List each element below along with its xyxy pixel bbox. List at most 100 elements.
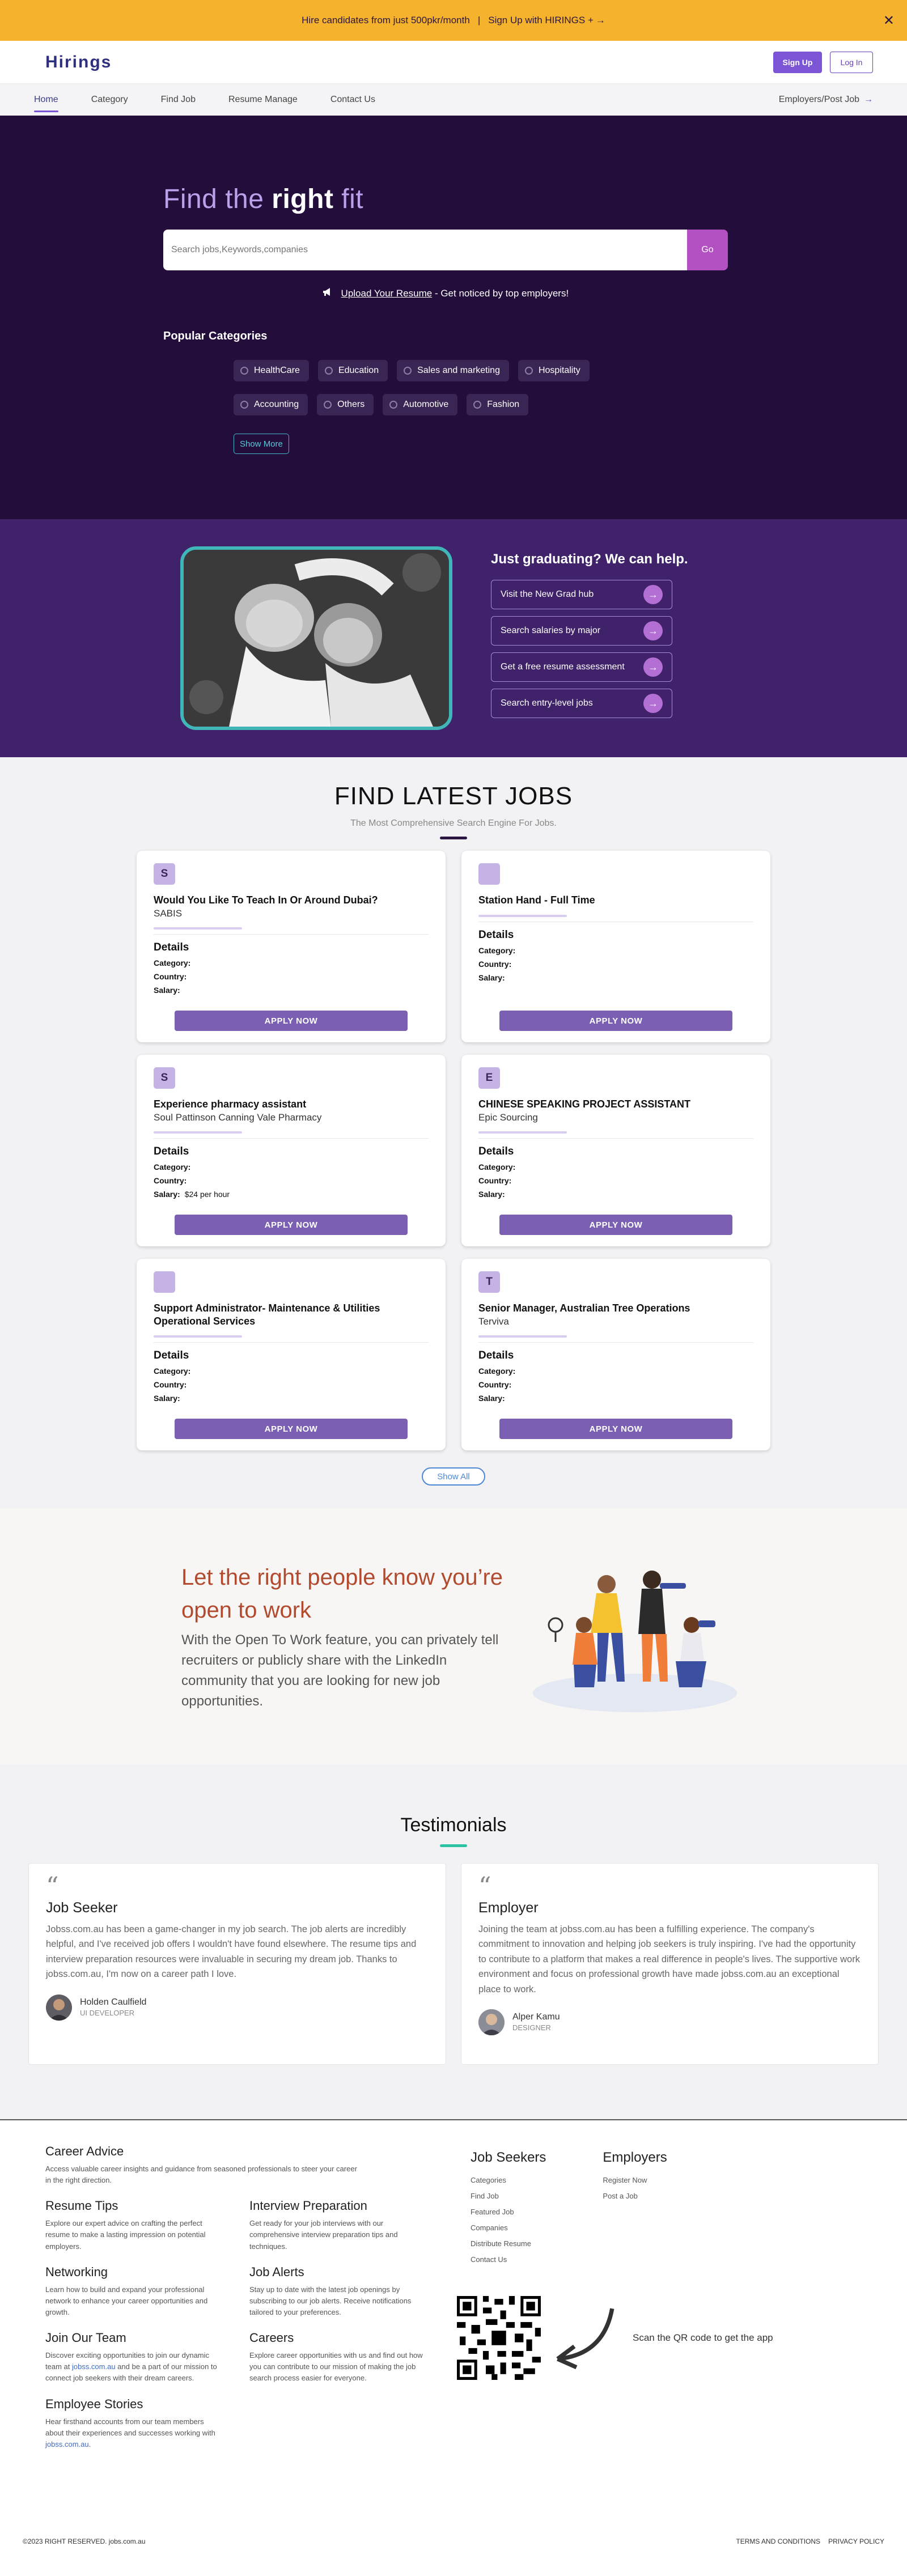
close-icon[interactable]: ✕ [883,12,895,29]
footer-link-contact-us[interactable]: Contact Us [471,2255,546,2264]
job-salary-row: Salary: [478,1190,753,1199]
qr-code-icon[interactable] [457,2296,541,2380]
footer-link-register-now[interactable]: Register Now [603,2176,667,2184]
search-icon [524,367,533,375]
field-label: Country: [154,971,187,981]
footer-link-post-job[interactable]: Post a Job [603,2192,667,2200]
footer-heading: Employee Stories [45,2396,143,2411]
field-label: Country: [478,1380,512,1389]
job-card: S Would You Like To Teach In Or Around Du… [137,851,446,1042]
upload-resume-line: Upload Your Resume - Get noticed by top … [163,287,728,299]
team-illustration [522,1557,748,1716]
company-badge: S [154,1067,175,1089]
nav-find-job[interactable]: Find Job [161,84,196,116]
footer-link-categories[interactable]: Categories [471,2176,546,2184]
apply-now-button[interactable]: APPLY NOW [499,1215,732,1235]
category-label: Accounting [254,400,299,409]
job-title[interactable]: Support Administrator- Maintenance & Uti… [154,1302,429,1327]
grad-link-resume-assessment[interactable]: Get a free resume assessment → [491,652,672,682]
apply-now-button[interactable]: APPLY NOW [175,1419,408,1439]
job-title[interactable]: Would You Like To Teach In Or Around Dub… [154,894,429,907]
qr-block: Scan the QR code to get the app [457,2296,773,2380]
jobss-link[interactable]: jobss.com.au [72,2362,116,2371]
footer-text: Discover exciting opportunities to join … [45,2350,221,2384]
grad-link-salaries[interactable]: Search salaries by major → [491,616,672,646]
footer-link-find-job[interactable]: Find Job [471,2192,546,2200]
grad-link-entry-level[interactable]: Search entry-level jobs → [491,689,672,718]
nav-home[interactable]: Home [34,84,58,116]
footer-bottom-bar: ©2023 RIGHT RESERVED. jobs.com.au TERMS … [23,2537,884,2545]
qr-caption: Scan the QR code to get the app [633,2332,773,2343]
search-go-button[interactable]: Go [687,230,728,270]
hero-title-bold: right [272,184,334,214]
category-chip[interactable]: Automotive [383,394,458,415]
signup-button[interactable]: Sign Up [773,51,822,73]
apply-now-button[interactable]: APPLY NOW [175,1215,408,1235]
company-badge: S [154,863,175,885]
show-more-button[interactable]: Show More [234,434,289,454]
job-title[interactable]: CHINESE SPEAKING PROJECT ASSISTANT [478,1098,753,1111]
apply-now-button[interactable]: APPLY NOW [499,1419,732,1439]
grad-link-new-grad-hub[interactable]: Visit the New Grad hub → [491,580,672,609]
show-all-button[interactable]: Show All [422,1467,485,1486]
logo[interactable]: Hirings [45,53,112,72]
category-chip[interactable]: HealthCare [234,360,309,381]
apply-now-button[interactable]: APPLY NOW [499,1011,732,1031]
category-chip[interactable]: Others [317,394,374,415]
search-icon [240,367,248,375]
latest-jobs-title: FIND LATEST JOBS [334,782,573,810]
nav-employers-post-job[interactable]: Employers/Post Job → [779,95,873,105]
footer-link-featured-job[interactable]: Featured Job [471,2208,546,2216]
company-name: SABIS [154,907,183,919]
job-title[interactable]: Station Hand - Full Time [478,894,753,907]
divider [154,927,242,930]
jobss-link[interactable]: jobss.com.au [45,2440,89,2448]
privacy-link[interactable]: PRIVACY POLICY [828,2537,884,2545]
field-label: Salary: [154,985,180,995]
category-label: Education [338,366,379,375]
promo-signup-link[interactable]: Sign Up with HIRINGS + → [488,15,605,26]
field-label: Country: [478,1175,512,1185]
arrow-right-icon: → [643,621,663,640]
company-name: Soul Pattinson Canning Vale Pharmacy [154,1111,322,1123]
footer-text: Explore our expert advice on crafting th… [45,2219,206,2251]
job-title[interactable]: Experience pharmacy assistant [154,1098,429,1111]
hero-title-post: fit [333,184,364,214]
login-button[interactable]: Log In [830,51,873,73]
upload-resume-link[interactable]: Upload Your Resume [341,288,433,299]
testimonials-section: Testimonials “ Job Seeker Jobss.com.au h… [0,1764,907,2119]
job-title[interactable]: Senior Manager, Australian Tree Operatio… [478,1302,753,1315]
category-label: HealthCare [254,366,300,375]
footer-heading: Job Seekers [471,2150,546,2165]
footer-link-companies[interactable]: Companies [471,2223,546,2232]
open-to-work-section: Let the right people know you’re open to… [0,1508,907,1764]
job-category-row: Category: [154,958,429,967]
search-icon [240,401,248,409]
category-chip[interactable]: Sales and marketing [397,360,509,381]
avatar [478,2009,505,2035]
terms-link[interactable]: TERMS AND CONDITIONS [736,2537,820,2545]
category-chip[interactable]: Fashion [467,394,529,415]
nav-category[interactable]: Category [91,84,128,116]
search-icon [389,401,398,409]
job-salary-row: Salary: $24 per hour [154,1190,429,1199]
category-label: Automotive [403,400,449,409]
divider [478,1131,567,1134]
title-underline [440,1844,467,1847]
search-bar: Go [163,230,728,270]
search-input[interactable] [163,230,687,270]
category-chip[interactable]: Hospitality [518,360,590,381]
nav-contact-us[interactable]: Contact Us [330,84,375,116]
category-chip[interactable]: Education [317,360,388,381]
footer-link-distribute-resume[interactable]: Distribute Resume [471,2239,546,2248]
nav-resume-manage[interactable]: Resume Manage [228,84,298,116]
testimonial-author: Alper Kamu DESIGNER [478,2009,861,2035]
arrow-right-icon: → [643,585,663,604]
field-value: $24 per hour [184,1189,230,1199]
footer-text-part: Hear firsthand accounts from our team me… [45,2417,215,2437]
footer-text: Get ready for your job interviews with o… [249,2219,398,2251]
avatar [46,1994,72,2021]
apply-now-button[interactable]: APPLY NOW [175,1011,408,1031]
testimonials-title: Testimonials [400,1814,507,1836]
category-chip[interactable]: Accounting [234,394,308,415]
